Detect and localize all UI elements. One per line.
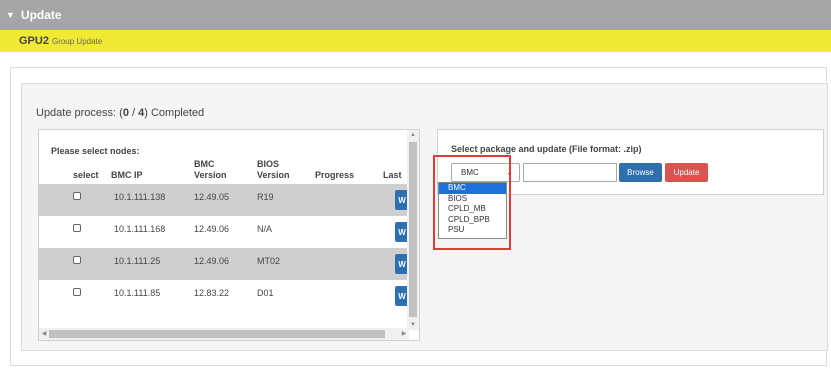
package-title: Select package and update (File format: … [451, 144, 642, 154]
file-path-field[interactable] [523, 163, 617, 182]
update-button[interactable]: Update [665, 163, 708, 182]
nodes-title: Please select nodes: [51, 146, 140, 156]
vertical-scrollbar[interactable]: ▲ ▼ [407, 130, 419, 330]
table-body: 10.1.111.138 12.49.05 R19 W 10.1.111.168… [39, 184, 409, 312]
cell-bmc-ip: 10.1.111.25 [114, 256, 161, 266]
cell-bmc-version: 12.49.06 [194, 256, 230, 266]
browse-button[interactable]: Browse [619, 163, 662, 182]
table-row: 10.1.111.138 12.49.05 R19 W [39, 184, 409, 216]
cell-bmc-version: 12.49.05 [194, 192, 230, 202]
group-name: GPU2 [19, 35, 49, 47]
cell-bios-version: MT02 [257, 256, 281, 266]
horizontal-scroll-thumb[interactable] [49, 330, 385, 338]
cell-bios-version: N/A [257, 224, 273, 234]
table-row: 10.1.111.25 12.49.06 MT02 W [39, 248, 409, 280]
horizontal-scrollbar[interactable]: ◀ ▶ [39, 328, 409, 340]
scroll-left-icon[interactable]: ◀ [39, 328, 49, 340]
section-title: Update [20, 8, 62, 22]
col-last: Last [383, 170, 402, 180]
vertical-scroll-thumb[interactable] [409, 142, 417, 317]
update-inner-panel: Update process: (0 / 4) Completed Please… [21, 83, 828, 351]
cell-bmc-ip: 10.1.111.138 [114, 192, 166, 202]
table-row: 10.1.111.85 12.83.22 D01 W [39, 280, 409, 312]
row-select-checkbox[interactable] [73, 288, 81, 296]
scroll-up-icon[interactable]: ▲ [407, 130, 419, 140]
col-bmc-version: BMC Version [194, 159, 227, 180]
col-bmc-ip: BMC IP [111, 170, 143, 180]
update-panel: Update process: (0 / 4) Completed Please… [10, 67, 828, 366]
cell-bmc-version: 12.83.22 [194, 288, 230, 298]
col-select: select [73, 170, 99, 180]
scroll-right-icon[interactable]: ▶ [399, 328, 409, 340]
cell-bmc-ip: 10.1.111.168 [114, 224, 166, 234]
node-selection-table: Please select nodes: select BMC IP BMC V… [38, 129, 420, 341]
cell-bios-version: R19 [257, 192, 274, 202]
col-progress: Progress [315, 170, 355, 180]
cell-bmc-version: 12.49.06 [194, 224, 230, 234]
row-select-checkbox[interactable] [73, 192, 81, 200]
triangle-down-icon[interactable]: ▼ [6, 10, 15, 20]
group-subtitle: Group Update [51, 36, 103, 46]
cell-bios-version: D01 [257, 288, 274, 298]
col-bios-version: BIOS Version [257, 159, 290, 180]
row-select-checkbox[interactable] [73, 224, 81, 232]
table-row: 10.1.111.168 12.49.06 N/A W [39, 216, 409, 248]
highlight-frame [433, 155, 511, 250]
table-header: select BMC IP BMC Version BIOS Version P… [39, 158, 409, 184]
cell-bmc-ip: 10.1.111.85 [114, 288, 161, 298]
update-process-status: Update process: (0 / 4) Completed [36, 107, 205, 119]
update-section-header[interactable]: ▼ Update [0, 0, 831, 30]
group-bar: GPU2 Group Update [0, 30, 831, 52]
row-select-checkbox[interactable] [73, 256, 81, 264]
